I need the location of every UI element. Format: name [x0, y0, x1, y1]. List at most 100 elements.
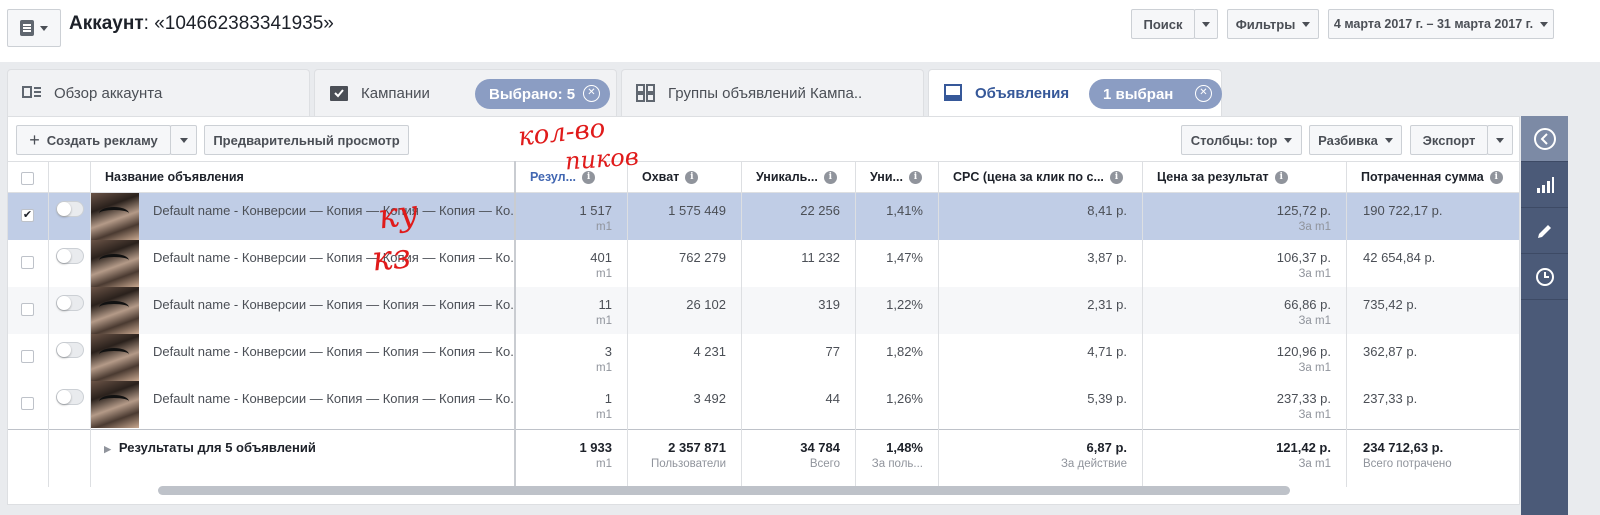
column-divider — [48, 161, 49, 487]
column-header-amount-spent[interactable]: Потраченная сумма i — [1347, 162, 1519, 192]
history-button[interactable] — [1521, 254, 1568, 300]
overview-icon — [22, 84, 42, 102]
unique-pct-cell: 1,26% — [886, 391, 923, 406]
results-cell: 401 m1 — [590, 250, 612, 280]
bar-chart-icon — [1536, 176, 1554, 193]
table-row[interactable]: Default name - Конверсии — Копия — Копия… — [8, 381, 1519, 429]
ad-name-link[interactable]: Default name - Конверсии — Копия — Копия… — [153, 193, 513, 241]
column-header-unique[interactable]: Уникаль... i — [742, 162, 856, 192]
ad-thumbnail — [91, 240, 139, 287]
results-cell: 1 m1 — [596, 391, 612, 421]
caret-right-icon: ▶ — [104, 444, 111, 454]
pencil-icon — [1537, 224, 1551, 238]
tab-ads[interactable]: Объявления 1 выбран ✕ — [928, 69, 1222, 116]
ad-name-link[interactable]: Default name - Конверсии — Копия — Копия… — [153, 240, 513, 288]
ad-name-link[interactable]: Default name - Конверсии — Копия — Копия… — [153, 381, 513, 429]
preview-button[interactable]: Предварительный просмотр — [204, 125, 409, 155]
ad-icon — [943, 84, 963, 102]
edit-button[interactable] — [1521, 208, 1568, 254]
summary-results: 1 933 m1 — [579, 440, 612, 470]
right-tool-bar — [1521, 116, 1568, 515]
cpc-cell: 2,31 р. — [1087, 297, 1127, 312]
column-divider — [855, 161, 856, 487]
chevron-left-circle-icon — [1533, 127, 1556, 150]
selected-ads-pill[interactable]: 1 выбран ✕ — [1089, 79, 1222, 109]
reach-cell: 26 102 — [686, 297, 726, 312]
clock-icon — [1535, 267, 1554, 286]
column-header-cpc[interactable]: CPC (цена за клик по с... i — [939, 162, 1143, 192]
export-button[interactable]: Экспорт — [1410, 125, 1488, 155]
table-row[interactable]: Default name - Конверсии — Копия — Копия… — [8, 334, 1519, 382]
account-menu-button[interactable] — [7, 9, 61, 47]
table-row[interactable]: Default name - Конверсии — Копия — Копия… — [8, 240, 1519, 288]
info-icon[interactable]: i — [685, 171, 699, 185]
info-icon[interactable]: i — [908, 171, 922, 185]
close-icon[interactable]: ✕ — [583, 85, 600, 102]
cost-per-result-cell: 125,72 р. За m1 — [1276, 203, 1331, 233]
export-dropdown[interactable] — [1487, 125, 1513, 155]
row-checkbox[interactable]: ✔ — [21, 209, 34, 222]
account-title: Аккаунт: «104662383341935» — [69, 13, 334, 34]
column-header-cost-per-result[interactable]: Цена за результат i — [1143, 162, 1347, 192]
columns-dropdown[interactable]: Столбцы: top — [1181, 125, 1302, 155]
ad-name-link[interactable]: Default name - Конверсии — Копия — Копия… — [153, 287, 513, 335]
date-range-picker[interactable]: 4 марта 2017 г. – 31 марта 2017 г. — [1328, 9, 1554, 39]
cpc-cell: 4,71 р. — [1087, 344, 1127, 359]
create-ad-button[interactable]: + Создать рекламу — [16, 125, 171, 155]
summary-label[interactable]: ▶ Результаты для 5 объявлений — [104, 430, 504, 486]
search-button[interactable]: Поиск — [1131, 9, 1195, 39]
row-checkbox[interactable] — [21, 350, 34, 363]
column-header-reach[interactable]: Охват i — [628, 162, 742, 192]
ad-status-toggle[interactable] — [56, 248, 84, 264]
unique-pct-cell: 1,22% — [886, 297, 923, 312]
info-icon[interactable]: i — [1489, 171, 1503, 185]
results-cell: 1 517 m1 — [579, 203, 612, 233]
ad-status-toggle[interactable] — [56, 389, 84, 405]
row-checkbox[interactable] — [21, 397, 34, 410]
search-dropdown-button[interactable] — [1194, 9, 1218, 39]
collapse-panel-button[interactable] — [1521, 116, 1568, 162]
summary-amount-spent: 234 712,63 р. Всего потрачено — [1363, 440, 1452, 470]
create-ad-dropdown[interactable] — [170, 125, 197, 155]
ad-status-toggle[interactable] — [56, 342, 84, 358]
ad-status-toggle[interactable] — [56, 201, 84, 217]
tab-campaigns[interactable]: Кампании Выбрано: 5 ✕ — [314, 69, 617, 116]
cost-per-result-cell: 237,33 р. За m1 — [1276, 391, 1331, 421]
breakdown-dropdown[interactable]: Разбивка — [1309, 125, 1402, 155]
charts-button[interactable] — [1521, 162, 1568, 208]
reach-cell: 3 492 — [693, 391, 726, 406]
column-divider — [627, 161, 628, 487]
cpc-cell: 8,41 р. — [1087, 203, 1127, 218]
column-divider — [1142, 161, 1143, 487]
info-icon[interactable]: i — [1109, 171, 1123, 185]
unique-pct-cell: 1,82% — [886, 344, 923, 359]
column-header-ad-name[interactable]: Название объявления — [91, 162, 515, 192]
table-row[interactable]: ✔ Default name - Конверсии — Копия — Коп… — [8, 193, 1519, 241]
close-icon[interactable]: ✕ — [1195, 85, 1212, 102]
column-divider — [938, 161, 939, 487]
filters-button[interactable]: Фильтры — [1227, 9, 1319, 39]
info-icon[interactable]: i — [1274, 171, 1288, 185]
annotation-text: ку — [375, 192, 421, 238]
summary-unique: 34 784 Всего — [800, 440, 840, 470]
chevron-down-icon — [1540, 21, 1549, 27]
select-all-checkbox[interactable] — [21, 172, 34, 185]
amount-spent-cell: 42 654,84 р. — [1363, 250, 1436, 265]
ad-name-link[interactable]: Default name - Конверсии — Копия — Копия… — [153, 334, 513, 382]
tab-account-overview[interactable]: Обзор аккаунта — [7, 69, 310, 116]
summary-unique-pct: 1,48% За поль... — [871, 440, 923, 470]
row-checkbox[interactable] — [21, 303, 34, 316]
info-icon[interactable]: i — [823, 171, 837, 185]
table-row[interactable]: Default name - Конверсии — Копия — Копия… — [8, 287, 1519, 335]
ad-status-toggle[interactable] — [56, 295, 84, 311]
page-edge — [1568, 62, 1600, 515]
summary-row: ▶ Результаты для 5 объявлений 1 933 m1 2 3… — [8, 429, 1519, 486]
tab-ad-sets[interactable]: Группы объявлений Кампа.. — [621, 69, 924, 116]
row-checkbox[interactable] — [21, 256, 34, 269]
selected-campaigns-pill[interactable]: Выбрано: 5 ✕ — [475, 79, 610, 109]
column-header-unique-pct[interactable]: Уни... i — [856, 162, 939, 192]
plus-icon: + — [29, 129, 40, 150]
cost-per-result-cell: 66,86 р. За m1 — [1284, 297, 1331, 327]
horizontal-scrollbar[interactable] — [158, 486, 1290, 495]
cost-per-result-cell: 106,37 р. За m1 — [1276, 250, 1331, 280]
